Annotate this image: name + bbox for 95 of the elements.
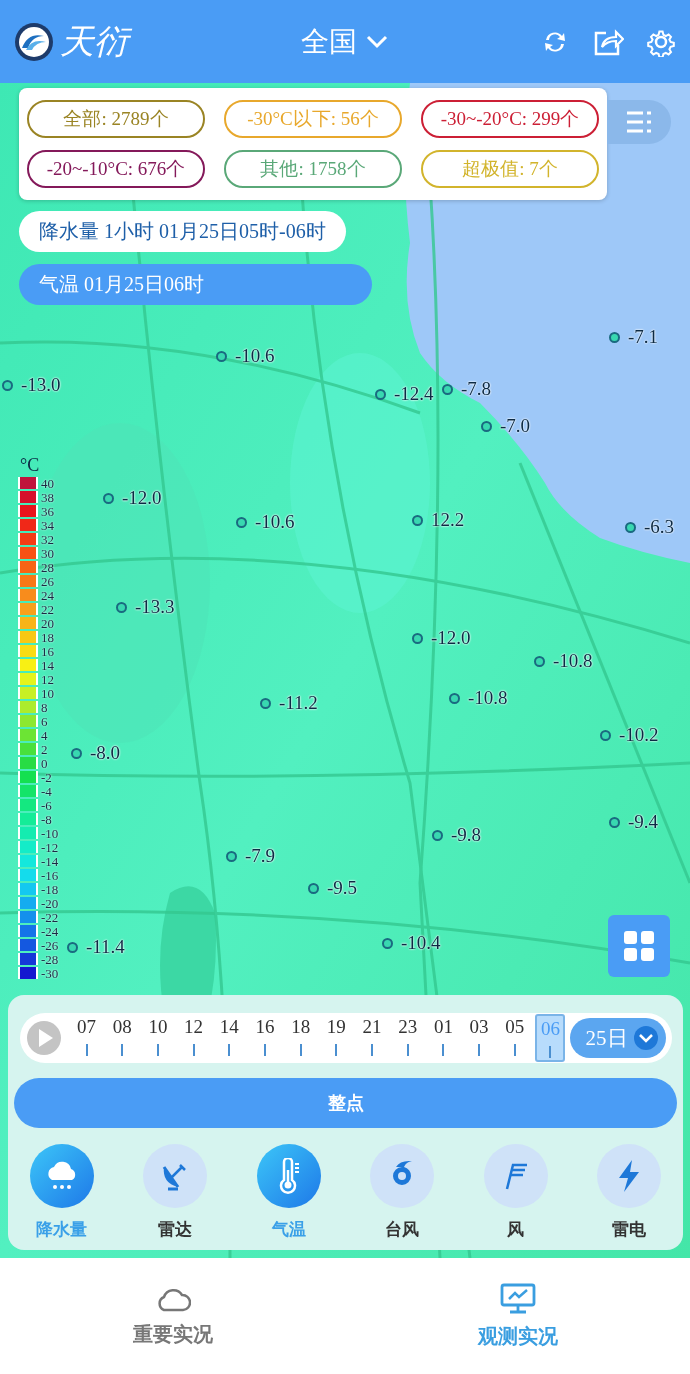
legend-label: -14 xyxy=(41,854,59,868)
station-marker[interactable] xyxy=(432,829,443,841)
temperature-value: -7.8 xyxy=(461,378,492,400)
legend-label: 16 xyxy=(41,644,54,658)
legend-label: 40 xyxy=(41,476,54,490)
logo-icon xyxy=(14,21,54,62)
temperature-value: 12.2 xyxy=(431,509,465,531)
legend-label: 24 xyxy=(41,588,54,602)
temperature-value: -7.1 xyxy=(628,326,659,348)
station-marker[interactable] xyxy=(412,514,423,526)
station-marker[interactable] xyxy=(103,492,114,504)
legend-label: 26 xyxy=(41,574,54,588)
station-marker[interactable] xyxy=(375,388,386,400)
legend-label: 14 xyxy=(41,658,54,672)
temperature-value: -9.4 xyxy=(628,811,659,833)
temperature-value: -12.0 xyxy=(122,487,162,509)
station-marker[interactable] xyxy=(216,350,227,362)
legend-label: -6 xyxy=(41,798,52,812)
legend-label: 32 xyxy=(41,532,54,546)
legend-label: -8 xyxy=(41,812,52,826)
temperature-value: -7.0 xyxy=(500,415,531,437)
temperature-value: -10.6 xyxy=(255,511,295,533)
temperature-value: -7.9 xyxy=(245,845,276,867)
temperature-value: -9.5 xyxy=(327,877,358,899)
station-marker[interactable] xyxy=(260,697,271,709)
station-marker[interactable] xyxy=(442,383,453,395)
station-marker[interactable] xyxy=(412,632,423,644)
chevron-down-icon xyxy=(633,1026,658,1050)
legend-label: 10 xyxy=(41,686,54,700)
grid-icon xyxy=(623,930,655,962)
legend-label: -30 xyxy=(41,966,59,980)
temperature-value: -10.2 xyxy=(619,724,659,746)
station-marker[interactable] xyxy=(236,516,247,528)
chevron-down-icon xyxy=(365,33,389,50)
legend-label: -24 xyxy=(41,924,59,938)
station-marker[interactable] xyxy=(481,420,492,432)
station-marker[interactable] xyxy=(609,816,620,828)
station-marker[interactable] xyxy=(2,379,13,391)
temperature-value: -10.8 xyxy=(468,687,508,709)
legend-label: 38 xyxy=(41,490,54,504)
station-marker[interactable] xyxy=(534,655,545,667)
legend-label: 34 xyxy=(41,518,54,532)
temperature-value: -6.3 xyxy=(644,516,675,538)
legend-label: 28 xyxy=(41,560,54,574)
station-marker[interactable] xyxy=(625,521,636,533)
legend-label: -16 xyxy=(41,868,59,882)
grid-button[interactable] xyxy=(608,915,670,977)
temperature-value: -10.4 xyxy=(401,932,441,954)
legend-label: 22 xyxy=(41,602,54,616)
legend-label: 2 xyxy=(41,742,48,756)
station-marker[interactable] xyxy=(116,601,127,613)
legend-label: -10 xyxy=(41,826,59,840)
temperature-value: -10.6 xyxy=(235,345,275,367)
temperature-value: -11.4 xyxy=(86,936,125,958)
station-marker[interactable] xyxy=(71,747,82,759)
legend-label: -4 xyxy=(41,784,52,798)
station-marker[interactable] xyxy=(226,850,237,862)
temperature-value: -8.0 xyxy=(90,742,121,764)
station-marker[interactable] xyxy=(308,882,319,894)
station-marker[interactable] xyxy=(382,937,393,949)
legend-label: -20 xyxy=(41,896,59,910)
legend-label: 12 xyxy=(41,672,54,686)
temperature-value: -13.3 xyxy=(135,596,175,618)
station-marker[interactable] xyxy=(67,941,78,953)
legend-label: 30 xyxy=(41,546,54,560)
legend-label: 8 xyxy=(41,700,48,714)
temperature-value: -12.0 xyxy=(431,627,471,649)
station-marker[interactable] xyxy=(609,331,620,343)
temperature-value: -13.0 xyxy=(21,374,61,396)
temperature-value: -10.8 xyxy=(553,650,593,672)
temperature-value: -11.2 xyxy=(279,692,318,714)
legend-label: 0 xyxy=(41,756,48,770)
legend-label: -22 xyxy=(41,910,59,924)
monitor-icon xyxy=(499,1282,536,1315)
filter-chip[interactable]: -30~-20°C: 299个 xyxy=(421,100,599,138)
filter-chip[interactable]: 全部: 2789个 xyxy=(27,100,205,138)
list-icon xyxy=(625,109,653,135)
legend-label: -28 xyxy=(41,952,59,966)
legend-label: 6 xyxy=(41,714,48,728)
legend-label: 20 xyxy=(41,616,54,630)
temperature-value: -12.4 xyxy=(394,383,434,405)
legend-label: 18 xyxy=(41,630,54,644)
station-marker[interactable] xyxy=(600,729,611,741)
legend-label: -12 xyxy=(41,840,59,854)
legend-label: -18 xyxy=(41,882,59,896)
legend-label: -2 xyxy=(41,770,52,784)
nav-tab[interactable]: 重要实况 xyxy=(82,1284,263,1348)
filter-chip[interactable]: -20~-10°C: 676个 xyxy=(27,150,205,188)
layer-chip[interactable]: 降水量 1小时 01月25日05时-06时 xyxy=(19,211,346,252)
legend-label: -26 xyxy=(41,938,59,952)
temperature-value: -9.8 xyxy=(451,824,482,846)
legend-unit: °C xyxy=(19,455,41,476)
legend-label: 36 xyxy=(41,504,54,518)
legend-label: 4 xyxy=(41,728,48,742)
station-marker[interactable] xyxy=(449,692,460,704)
